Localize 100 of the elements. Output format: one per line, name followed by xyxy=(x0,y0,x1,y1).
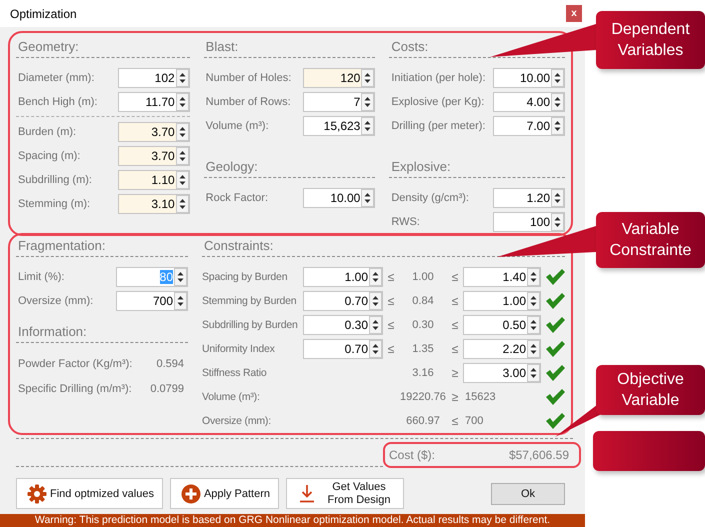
spin-arrows-icon[interactable] xyxy=(176,195,189,213)
spin-arrows-icon[interactable] xyxy=(551,189,564,207)
section-heading: Information: xyxy=(17,323,87,341)
operator-sign: ≤ xyxy=(452,318,458,332)
operator-sign: ≤ xyxy=(388,294,394,308)
constraint-label: Oversize (mm): xyxy=(202,415,272,427)
spin-arrows-icon[interactable] xyxy=(527,268,540,286)
field-label: Initiation (per hole): xyxy=(390,72,486,84)
field-label: Spacing (m): xyxy=(17,150,80,162)
number-field[interactable]: 7 xyxy=(303,92,376,112)
field-label: Stemming (m): xyxy=(17,198,90,210)
action-button[interactable]: Apply Pattern xyxy=(170,478,279,509)
action-button[interactable]: Find optmized values xyxy=(16,478,163,509)
cost-label: Cost ($): xyxy=(389,448,436,462)
field-label: Volume (m³): xyxy=(204,120,269,132)
constraint-label: Spacing by Burden xyxy=(202,271,288,283)
current-value: 19220.76 xyxy=(400,391,446,403)
current-value: 0.84 xyxy=(412,295,434,307)
spin-arrows-icon[interactable] xyxy=(176,147,189,165)
spin-arrows-icon[interactable] xyxy=(369,340,382,358)
section-heading: Fragmentation: xyxy=(17,237,106,255)
number-field[interactable]: 0.50 xyxy=(463,315,541,335)
constraint-label: Stemming by Burden xyxy=(202,295,298,307)
callout: Objective Variable xyxy=(596,365,705,415)
operator-sign: ≤ xyxy=(388,318,394,332)
spin-arrows-icon[interactable] xyxy=(176,171,189,189)
operator-sign: ≥ xyxy=(452,366,458,380)
action-button[interactable]: Get Values From Design xyxy=(286,478,404,509)
spin-arrows-icon[interactable] xyxy=(551,93,564,111)
number-field[interactable]: 2.20 xyxy=(463,339,541,359)
current-value: 660.97 xyxy=(406,415,440,427)
info-value: 0.0799 xyxy=(150,382,185,394)
number-field[interactable]: 11.70 xyxy=(118,92,190,112)
window-title: Optimization xyxy=(10,6,77,20)
ok-button[interactable]: Ok xyxy=(491,482,565,504)
spin-arrows-icon[interactable] xyxy=(174,292,187,310)
spin-arrows-icon[interactable] xyxy=(361,117,374,135)
spin-arrows-icon[interactable] xyxy=(551,69,564,87)
number-field[interactable]: 100 xyxy=(493,212,565,232)
spin-arrows-icon[interactable] xyxy=(174,268,187,286)
current-value: 3.16 xyxy=(412,367,434,379)
spin-arrows-icon[interactable] xyxy=(369,268,382,286)
number-field[interactable]: 4.00 xyxy=(493,92,565,112)
close-button[interactable]: x xyxy=(566,5,582,22)
number-field[interactable]: 15,623 xyxy=(303,116,376,136)
number-field[interactable]: 120 xyxy=(303,68,376,88)
number-field[interactable]: 0.70 xyxy=(303,291,383,311)
field-label: Oversize (mm): xyxy=(17,295,94,307)
field-label: Bench High (m): xyxy=(17,96,98,108)
spin-arrows-icon[interactable] xyxy=(176,123,189,141)
operator-sign: ≤ xyxy=(388,270,394,284)
field-label: RWS: xyxy=(390,216,420,228)
number-field[interactable]: 1.40 xyxy=(463,267,541,287)
operator-sign: ≤ xyxy=(452,414,458,428)
spin-arrows-icon[interactable] xyxy=(361,69,374,87)
number-field[interactable]: 1.00 xyxy=(303,267,383,287)
spin-arrows-icon[interactable] xyxy=(369,316,382,334)
field-label: Density (g/cm³): xyxy=(390,192,469,204)
download-icon xyxy=(297,484,317,504)
section-heading: Constraints: xyxy=(203,237,274,255)
number-field[interactable]: 3.10 xyxy=(118,194,190,214)
section-heading: Explosive: xyxy=(390,158,451,176)
number-field[interactable]: 10.00 xyxy=(493,68,565,88)
number-field[interactable]: 0.30 xyxy=(303,315,383,335)
field-label: Subdrilling (m): xyxy=(17,174,92,186)
info-label: Specific Drilling (m/m³): xyxy=(17,382,132,394)
number-field[interactable]: 3.70 xyxy=(118,122,190,142)
field-label: Diameter (mm): xyxy=(17,72,94,84)
spin-arrows-icon[interactable] xyxy=(176,93,189,111)
number-field[interactable]: 3.70 xyxy=(118,146,190,166)
spin-arrows-icon[interactable] xyxy=(527,340,540,358)
operator-sign: ≤ xyxy=(452,342,458,356)
limit-value: 700 xyxy=(464,415,484,427)
field-label: Drilling (per meter): xyxy=(390,120,486,132)
number-field[interactable]: 1.10 xyxy=(118,170,190,190)
cost-value: $57,606.59 xyxy=(508,448,569,462)
spin-arrows-icon[interactable] xyxy=(551,117,564,135)
spin-arrows-icon[interactable] xyxy=(176,69,189,87)
number-field[interactable]: 7.00 xyxy=(493,116,565,136)
spin-arrows-icon[interactable] xyxy=(527,316,540,334)
number-field[interactable]: 700 xyxy=(116,291,188,311)
number-field[interactable]: 102 xyxy=(118,68,190,88)
constraint-label: Uniformity Index xyxy=(202,343,276,355)
number-field[interactable]: 1.20 xyxy=(493,188,565,208)
number-field[interactable]: 10.00 xyxy=(303,188,376,208)
number-field[interactable]: 0.70 xyxy=(303,339,383,359)
spin-arrows-icon[interactable] xyxy=(551,213,564,231)
constraint-label: Stiffness Ratio xyxy=(202,367,268,379)
spin-arrows-icon[interactable] xyxy=(369,292,382,310)
spin-arrows-icon[interactable] xyxy=(527,364,540,382)
number-field[interactable]: 3.00 xyxy=(463,363,541,383)
operator-sign: ≤ xyxy=(452,270,458,284)
spin-arrows-icon[interactable] xyxy=(527,292,540,310)
gear-icon xyxy=(27,484,47,504)
number-field[interactable]: 1.00 xyxy=(463,291,541,311)
operator-sign: ≥ xyxy=(452,390,458,404)
spin-arrows-icon[interactable] xyxy=(361,93,374,111)
warning-bar: Warning: This prediction model is based on GRG Nonlinear optimization model. Actual results may be different. xyxy=(0,514,585,527)
spin-arrows-icon[interactable] xyxy=(361,189,374,207)
section-heading: Blast: xyxy=(204,38,238,56)
